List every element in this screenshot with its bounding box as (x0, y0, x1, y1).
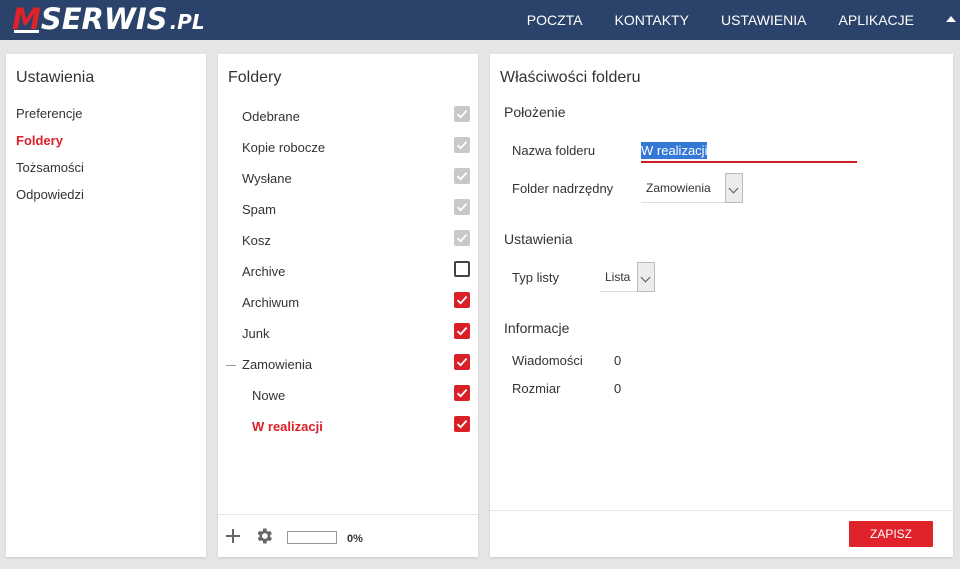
quota-bar (287, 531, 337, 544)
settings-item-foldery[interactable]: Foldery (16, 133, 84, 160)
folders-footer: 0% (218, 514, 478, 557)
folder-row[interactable]: Junk (218, 318, 478, 349)
properties-footer: ZAPISZ (490, 510, 953, 557)
subscription-checkbox[interactable] (454, 354, 470, 370)
settings-list: Preferencje Foldery Tożsamości Odpowiedz… (16, 106, 84, 214)
folder-row[interactable]: Archiwum (218, 287, 478, 318)
folder-row[interactable]: Odebrane (218, 101, 478, 132)
folder-name: Archiwum (242, 295, 300, 310)
logo[interactable]: M SERWIS .PL (12, 2, 205, 38)
settings-item-preferencje[interactable]: Preferencje (16, 106, 84, 133)
subscription-checkbox[interactable] (454, 261, 470, 277)
folders-panel: Foldery Odebrane Kopie robocze Wysłane Spam… (218, 54, 478, 557)
folder-name: Zamowienia (242, 357, 313, 372)
folder-row[interactable]: Kosz (218, 225, 478, 256)
folder-name: Odebrane (242, 109, 300, 124)
subscription-checkbox[interactable] (454, 292, 470, 308)
location-heading: Położenie (504, 104, 566, 120)
subscription-checkbox[interactable] (454, 385, 470, 401)
quota-text: 0% (347, 533, 363, 545)
plus-icon[interactable] (226, 529, 240, 543)
nav-ustawienia[interactable]: USTAWIENIA (721, 12, 807, 28)
parent-folder-select[interactable]: Zamowienia (641, 173, 743, 203)
folder-name-value: W realizacji (641, 142, 708, 159)
size-value: 0 (614, 381, 622, 396)
folder-row[interactable]: Nowe (218, 380, 478, 411)
folder-name: Kopie robocze (242, 140, 326, 155)
properties-title: Właściwości folderu (500, 69, 641, 86)
collapse-icon[interactable] (226, 365, 236, 366)
folder-row[interactable]: Wysłane (218, 163, 478, 194)
info-heading: Informacje (504, 320, 570, 336)
save-button[interactable]: ZAPISZ (849, 521, 933, 547)
list-type-value: Lista (605, 270, 631, 284)
folder-row[interactable]: Archive (218, 256, 478, 287)
subscription-checkbox (454, 230, 470, 246)
settings-item-odpowiedzi[interactable]: Odpowiedzi (16, 187, 84, 214)
folders-title: Foldery (228, 69, 282, 86)
folder-row[interactable]: Zamowienia (218, 349, 478, 380)
folder-name-input[interactable]: W realizacji (641, 139, 857, 163)
subscription-checkbox (454, 168, 470, 184)
nav-aplikacje[interactable]: APLIKACJE (839, 12, 914, 28)
messages-label: Wiadomości (512, 353, 583, 368)
gear-icon[interactable] (254, 526, 274, 546)
folder-row[interactable]: W realizacji (218, 411, 478, 442)
size-label: Rozmiar (512, 381, 561, 396)
subscription-checkbox[interactable] (454, 323, 470, 339)
subscription-checkbox[interactable] (454, 416, 470, 432)
messages-value: 0 (614, 353, 622, 368)
top-navbar: M SERWIS .PL POCZTA KONTAKTY USTAWIENIA … (0, 0, 960, 40)
nav-poczta[interactable]: POCZTA (527, 12, 583, 28)
settings-panel: Ustawienia Preferencje Foldery Tożsamośc… (6, 54, 206, 557)
list-type-label: Typ listy (512, 270, 559, 285)
parent-folder-label: Folder nadrzędny (512, 181, 614, 196)
folder-name-label: Nazwa folderu (512, 143, 596, 158)
folder-name: Archive (242, 264, 286, 279)
list-type-select[interactable]: Lista (600, 262, 655, 292)
subscription-checkbox (454, 106, 470, 122)
folder-name: Wysłane (242, 171, 292, 186)
nav-kontakty[interactable]: KONTAKTY (615, 12, 689, 28)
subscription-checkbox (454, 137, 470, 153)
logo-m: M (12, 2, 41, 36)
settings-heading: Ustawienia (504, 231, 573, 247)
folder-name: Junk (242, 326, 270, 341)
chevron-down-icon (637, 262, 655, 292)
parent-folder-value: Zamowienia (646, 181, 711, 195)
folder-list: Odebrane Kopie robocze Wysłane Spam Kosz Arch… (218, 101, 478, 442)
subscription-checkbox (454, 199, 470, 215)
main-menu: POCZTA KONTAKTY USTAWIENIA APLIKACJE (527, 0, 960, 40)
folder-name: Nowe (252, 388, 286, 403)
folder-row[interactable]: Kopie robocze (218, 132, 478, 163)
settings-title: Ustawienia (16, 69, 95, 86)
folder-name: Kosz (242, 233, 271, 248)
folder-name: Spam (242, 202, 276, 217)
caret-up-icon[interactable] (946, 15, 956, 22)
logo-tld: .PL (169, 10, 205, 34)
folder-properties-panel: Właściwości folderu Położenie Nazwa fold… (490, 54, 953, 557)
folder-name: W realizacji (252, 419, 323, 434)
chevron-down-icon (725, 173, 743, 203)
logo-main: SERWIS (40, 2, 168, 36)
settings-item-tozsamosci[interactable]: Tożsamości (16, 160, 84, 187)
folder-row[interactable]: Spam (218, 194, 478, 225)
